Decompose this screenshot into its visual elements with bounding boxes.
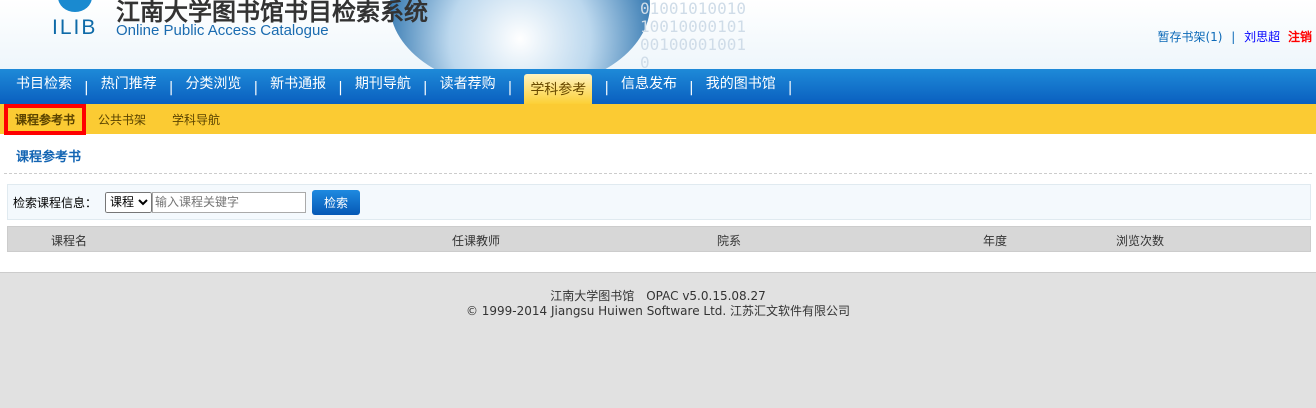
search-bar: 检索课程信息： 课程 检索 <box>7 184 1311 220</box>
col-teacher[interactable]: 任课教师 <box>452 232 500 249</box>
binary-decoration: 0100101001010010000101001000010010 <box>640 0 746 69</box>
logo-text: ILIB <box>52 16 98 39</box>
globe-banner <box>390 0 650 69</box>
user-name-link[interactable]: 刘思超 <box>1244 30 1280 44</box>
logout-link[interactable]: 注销 <box>1288 30 1312 44</box>
user-bar: 暂存书架(1) | 刘思超 注销 <box>1157 28 1312 45</box>
course-keyword-input[interactable] <box>152 191 307 213</box>
main-nav: 书目检索 | 热门推荐 | 分类浏览 | 新书通报 | 期刊导航 | 读者荐购 | 学科参考… <box>0 69 1316 104</box>
nav-item-browse[interactable]: 分类浏览 <box>185 69 241 104</box>
col-views[interactable]: 浏览次数 <box>1116 232 1164 249</box>
subnav-public-shelf[interactable]: 公共书架 <box>98 111 146 128</box>
nav-item-subject-reference[interactable]: 学科参考 <box>524 74 593 104</box>
footer-version: 江南大学图书馆 OPAC v5.0.15.08.27 <box>550 289 766 303</box>
site-subtitle: Online Public Access Catalogue <box>116 22 329 39</box>
nav-item-catalog-search[interactable]: 书目检索 <box>16 69 72 104</box>
page-title: 课程参考书 <box>4 134 1312 174</box>
footer-copyright: © 1999-2014 Jiangsu Huiwen Software Ltd.… <box>465 304 851 318</box>
table-header: 课程名 任课教师 院系 年度 浏览次数 <box>7 226 1311 252</box>
col-course-name[interactable]: 课程名 <box>51 232 87 249</box>
nav-item-my-library[interactable]: 我的图书馆 <box>706 69 776 104</box>
col-department[interactable]: 院系 <box>717 232 741 249</box>
nav-item-journals[interactable]: 期刊导航 <box>355 69 411 104</box>
separator: | <box>1231 30 1236 44</box>
header: 0100101001010010000101001000010010 ILIB … <box>0 0 1316 69</box>
footer: 江南大学图书馆 OPAC v5.0.15.08.27 © 1999-2014 J… <box>0 272 1316 408</box>
search-field-select[interactable]: 课程 <box>105 191 153 213</box>
nav-item-info[interactable]: 信息发布 <box>621 69 677 104</box>
nav-item-popular[interactable]: 热门推荐 <box>101 69 157 104</box>
col-year[interactable]: 年度 <box>983 232 1007 249</box>
nav-item-new-books[interactable]: 新书通报 <box>270 69 326 104</box>
search-button[interactable]: 检索 <box>312 189 361 215</box>
nav-item-recommend[interactable]: 读者荐购 <box>440 69 496 104</box>
temp-shelf-link[interactable]: 暂存书架(1) <box>1157 30 1222 44</box>
search-label: 检索课程信息： <box>13 195 98 210</box>
subnav-subject-nav[interactable]: 学科导航 <box>172 111 220 128</box>
logo-icon <box>58 0 92 12</box>
sub-nav: 课程参考书 公共书架 学科导航 <box>0 103 1316 135</box>
subnav-course-books[interactable]: 课程参考书 <box>4 103 87 135</box>
